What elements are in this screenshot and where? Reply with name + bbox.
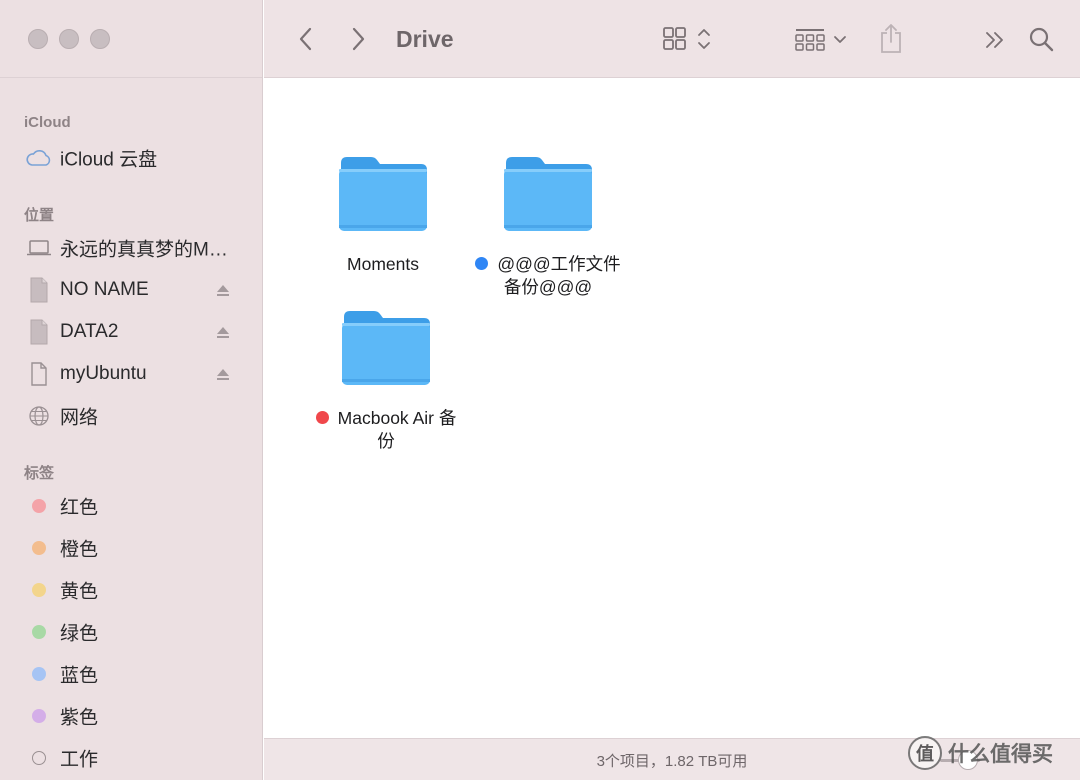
folder-icon (339, 157, 427, 231)
tag-dot-icon (26, 661, 52, 687)
group-by-button[interactable] (792, 24, 854, 54)
group-by-icon (795, 29, 846, 51)
back-button[interactable] (292, 24, 320, 54)
sidebar-item-label: 网络 (60, 407, 99, 429)
chevron-right-icon (352, 27, 365, 51)
sidebar-section-icloud: iCloud (24, 114, 71, 131)
eject-icon[interactable] (215, 324, 231, 340)
sidebar-section-locations: 位置 (24, 207, 55, 224)
folder-icon (504, 157, 592, 231)
sidebar-item-label: 工作 (60, 749, 99, 771)
sidebar-item-tag-yellow[interactable]: 黄色 (0, 571, 262, 609)
sidebar-item-network[interactable]: 网络 (0, 397, 262, 435)
share-icon (881, 24, 901, 53)
tag-dot-icon (26, 703, 52, 729)
grid-view-icon (663, 27, 710, 50)
drive-icon (26, 319, 52, 345)
sidebar-item-tag-blue[interactable]: 蓝色 (0, 655, 262, 693)
sidebar-item-data2[interactable]: DATA2 (0, 313, 262, 351)
zoom-window-button[interactable] (90, 29, 110, 49)
sidebar-item-label: 黄色 (60, 581, 99, 603)
sidebar-item-icloud-drive[interactable]: iCloud 云盘 (0, 139, 262, 177)
sidebar-item-tag-purple[interactable]: 紫色 (0, 697, 262, 735)
sidebar-item-label: 橙色 (60, 539, 99, 561)
document-icon (26, 361, 52, 387)
sidebar: iCloud iCloud 云盘 位置 永远的真真梦的MacBook Air N… (0, 0, 263, 780)
file-browser-content: Moments @@@工作文件备份@@@ Macbook Air 备份 (264, 79, 1080, 738)
folder-item[interactable]: Moments (298, 155, 468, 276)
sidebar-item-tag-red[interactable]: 红色 (0, 487, 262, 525)
tag-dot-icon (26, 577, 52, 603)
folder-item[interactable]: @@@工作文件备份@@@ (463, 155, 633, 299)
close-window-button[interactable] (28, 29, 48, 49)
drive-icon (26, 277, 52, 303)
chevron-left-icon (299, 27, 312, 51)
search-icon (1029, 27, 1054, 52)
watermark-badge: 值 (908, 736, 942, 770)
watermark-text: 什么值得买 (948, 743, 1053, 766)
tag-dot-icon (26, 619, 52, 645)
toolbar-overflow-button[interactable] (980, 26, 1010, 54)
sidebar-item-tag-orange[interactable]: 橙色 (0, 529, 262, 567)
search-button[interactable] (1024, 24, 1058, 54)
sidebar-item-label: DATA2 (60, 321, 119, 342)
watermark: 值 什么值得买 (908, 736, 1053, 770)
minimize-window-button[interactable] (59, 29, 79, 49)
cloud-icon (26, 145, 52, 171)
folder-name: Macbook Air 备份 (301, 407, 471, 453)
forward-button[interactable] (344, 24, 372, 54)
tag-red-dot (315, 411, 329, 424)
sidebar-item-tag-work[interactable]: 工作 (0, 739, 262, 777)
sidebar-item-no-name[interactable]: NO NAME (0, 271, 262, 309)
sidebar-item-label: 紫色 (60, 707, 99, 729)
sidebar-item-label: myUbuntu (60, 363, 147, 384)
view-mode-button[interactable] (660, 24, 716, 54)
window-title: Drive (396, 26, 454, 52)
folder-name: @@@工作文件备份@@@ (463, 253, 633, 299)
network-globe-icon (26, 403, 52, 429)
sidebar-item-label: 红色 (60, 497, 99, 519)
tag-dot-icon (26, 535, 52, 561)
toolbar: Drive (264, 0, 1080, 78)
sidebar-item-label: 永远的真真梦的MacBook Air (60, 239, 236, 261)
sidebar-item-macbook[interactable]: 永远的真真梦的MacBook Air (0, 229, 262, 267)
sidebar-divider (0, 77, 262, 78)
sidebar-item-myubuntu[interactable]: myUbuntu (0, 355, 262, 393)
eject-icon[interactable] (215, 366, 231, 382)
folder-item[interactable]: Macbook Air 备份 (301, 309, 471, 453)
sidebar-item-label: iCloud 云盘 (60, 149, 158, 171)
folder-icon (342, 311, 430, 385)
tag-blue-dot (475, 257, 489, 270)
sidebar-item-label: 蓝色 (60, 665, 99, 687)
sidebar-item-label: 绿色 (60, 623, 99, 645)
eject-icon[interactable] (215, 282, 231, 298)
tag-dot-icon (26, 493, 52, 519)
tag-dot-hollow-icon (26, 745, 52, 771)
window-controls (28, 29, 110, 49)
sidebar-item-tag-green[interactable]: 绿色 (0, 613, 262, 651)
laptop-icon (26, 235, 52, 261)
folder-name: Moments (347, 254, 419, 274)
double-chevron-icon (986, 32, 1003, 48)
share-button[interactable] (876, 20, 906, 56)
sidebar-item-label: NO NAME (60, 279, 149, 300)
sidebar-section-tags: 标签 (24, 465, 55, 482)
